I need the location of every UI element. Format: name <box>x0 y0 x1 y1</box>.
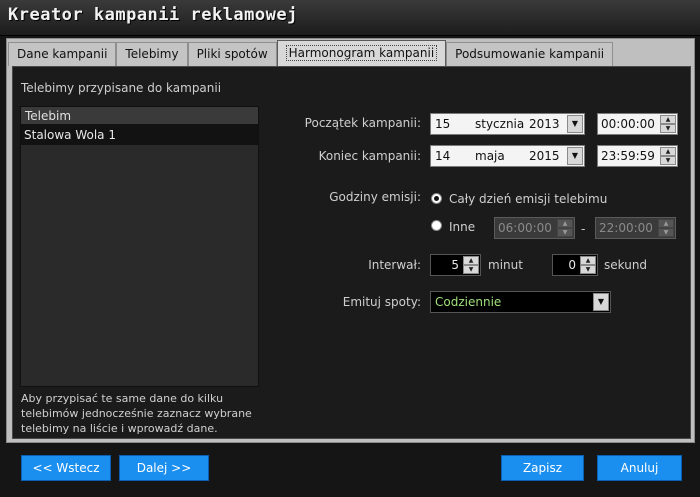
tab-pliki-spotow[interactable]: Pliki spotów <box>187 42 277 66</box>
radio-other[interactable] <box>431 220 442 231</box>
minutes-stepper[interactable]: ▲ ▼ <box>463 256 479 274</box>
start-year: 2013 <box>529 117 560 131</box>
option-other-label[interactable]: Inne <box>449 220 475 234</box>
next-button[interactable]: Dalej >> <box>119 455 209 481</box>
end-time-stepper[interactable]: ▲ ▼ <box>660 147 676 165</box>
spin-down-icon[interactable]: ▼ <box>463 265 479 274</box>
list-item[interactable]: Stalowa Wola 1 <box>21 125 258 145</box>
tab-label: Pliki spotów <box>196 47 268 61</box>
start-day: 15 <box>435 117 451 131</box>
title-bar: Kreator kampanii reklamowej <box>0 0 700 36</box>
tab-harmonogram-kampanii[interactable]: Harmonogram kampanii <box>276 40 447 66</box>
multi-select-hint: Aby przypisać te same dane do kilku tele… <box>21 392 252 435</box>
hours-label: Godziny emisji: <box>329 190 421 204</box>
option-all-day-label[interactable]: Cały dzień emisji telebimu <box>449 192 607 206</box>
spin-up-icon[interactable]: ▲ <box>660 147 676 156</box>
tab-dane-kampanii[interactable]: Dane kampanii <box>8 42 117 66</box>
other-from-value: 06:00:00 <box>498 221 552 235</box>
spin-up-icon[interactable]: ▲ <box>660 115 676 124</box>
save-button[interactable]: Zapisz <box>501 455 584 481</box>
start-time-field[interactable]: 00:00:00 ▲ ▼ <box>597 113 678 135</box>
spin-down-icon[interactable]: ▼ <box>658 228 674 237</box>
emit-frequency-select[interactable]: Codziennie ▼ <box>430 291 611 313</box>
chevron-down-icon[interactable]: ▼ <box>567 115 583 133</box>
spin-down-icon[interactable]: ▼ <box>557 228 573 237</box>
interval-seconds-value: 0 <box>568 258 576 272</box>
other-to-value: 22:00:00 <box>599 221 653 235</box>
start-date-picker[interactable]: 15 stycznia 2013 ▼ <box>430 113 585 135</box>
other-to-time[interactable]: 22:00:00 ▲ ▼ <box>595 217 676 239</box>
radio-all-day[interactable] <box>431 193 442 204</box>
tab-telebimy[interactable]: Telebimy <box>116 42 188 66</box>
window-title: Kreator kampanii reklamowej <box>8 5 298 25</box>
telebim-column-header[interactable]: Telebim <box>21 107 258 125</box>
spin-up-icon[interactable]: ▲ <box>463 256 479 265</box>
other-from-stepper[interactable]: ▲ ▼ <box>557 219 573 237</box>
start-time-stepper[interactable]: ▲ ▼ <box>660 115 676 133</box>
spin-down-icon[interactable]: ▼ <box>580 265 596 274</box>
end-year: 2015 <box>529 149 560 163</box>
spin-down-icon[interactable]: ▼ <box>660 124 676 133</box>
seconds-stepper[interactable]: ▲ ▼ <box>580 256 596 274</box>
end-day: 14 <box>435 149 451 163</box>
tab-bar: Dane kampanii Telebimy Pliki spotów Harm… <box>8 40 614 66</box>
other-to-stepper[interactable]: ▲ ▼ <box>658 219 674 237</box>
back-button[interactable]: << Wstecz <box>21 455 111 481</box>
emit-label: Emituj spoty: <box>342 295 421 309</box>
range-dash: - <box>581 222 586 236</box>
end-time-value: 23:59:59 <box>601 149 655 163</box>
telebimy-heading: Telebimy przypisane do kampanii <box>21 81 222 95</box>
cancel-button[interactable]: Anuluj <box>597 455 682 481</box>
end-label: Koniec kampanii: <box>318 149 421 163</box>
interval-minutes-value: 5 <box>451 258 459 272</box>
spin-down-icon[interactable]: ▼ <box>660 156 676 165</box>
start-label: Początek kampanii: <box>304 116 421 130</box>
end-month: maja <box>475 149 505 163</box>
tab-label: Podsumowanie kampanii <box>455 47 605 61</box>
telebim-list[interactable]: Telebim Stalowa Wola 1 <box>20 106 259 387</box>
chevron-down-icon[interactable]: ▼ <box>593 293 609 311</box>
other-from-time[interactable]: 06:00:00 ▲ ▼ <box>494 217 575 239</box>
tab-label: Harmonogram kampanii <box>285 45 438 61</box>
tab-label: Dane kampanii <box>17 47 108 61</box>
spin-up-icon[interactable]: ▲ <box>557 219 573 228</box>
interval-label: Interwał: <box>368 258 421 272</box>
seconds-unit: sekund <box>604 258 648 272</box>
spin-up-icon[interactable]: ▲ <box>580 256 596 265</box>
end-date-picker[interactable]: 14 maja 2015 ▼ <box>430 145 585 167</box>
chevron-down-icon[interactable]: ▼ <box>567 147 583 165</box>
emit-value: Codziennie <box>435 295 502 309</box>
interval-seconds-field[interactable]: 0 ▲ ▼ <box>552 254 598 276</box>
tab-label: Telebimy <box>125 47 179 61</box>
minutes-unit: minut <box>488 258 523 272</box>
tab-podsumowanie-kampanii[interactable]: Podsumowanie kampanii <box>446 42 614 66</box>
start-month: stycznia <box>475 117 525 131</box>
start-time-value: 00:00:00 <box>601 117 655 131</box>
spin-up-icon[interactable]: ▲ <box>658 219 674 228</box>
end-time-field[interactable]: 23:59:59 ▲ ▼ <box>597 145 678 167</box>
interval-minutes-field[interactable]: 5 ▲ ▼ <box>430 254 481 276</box>
